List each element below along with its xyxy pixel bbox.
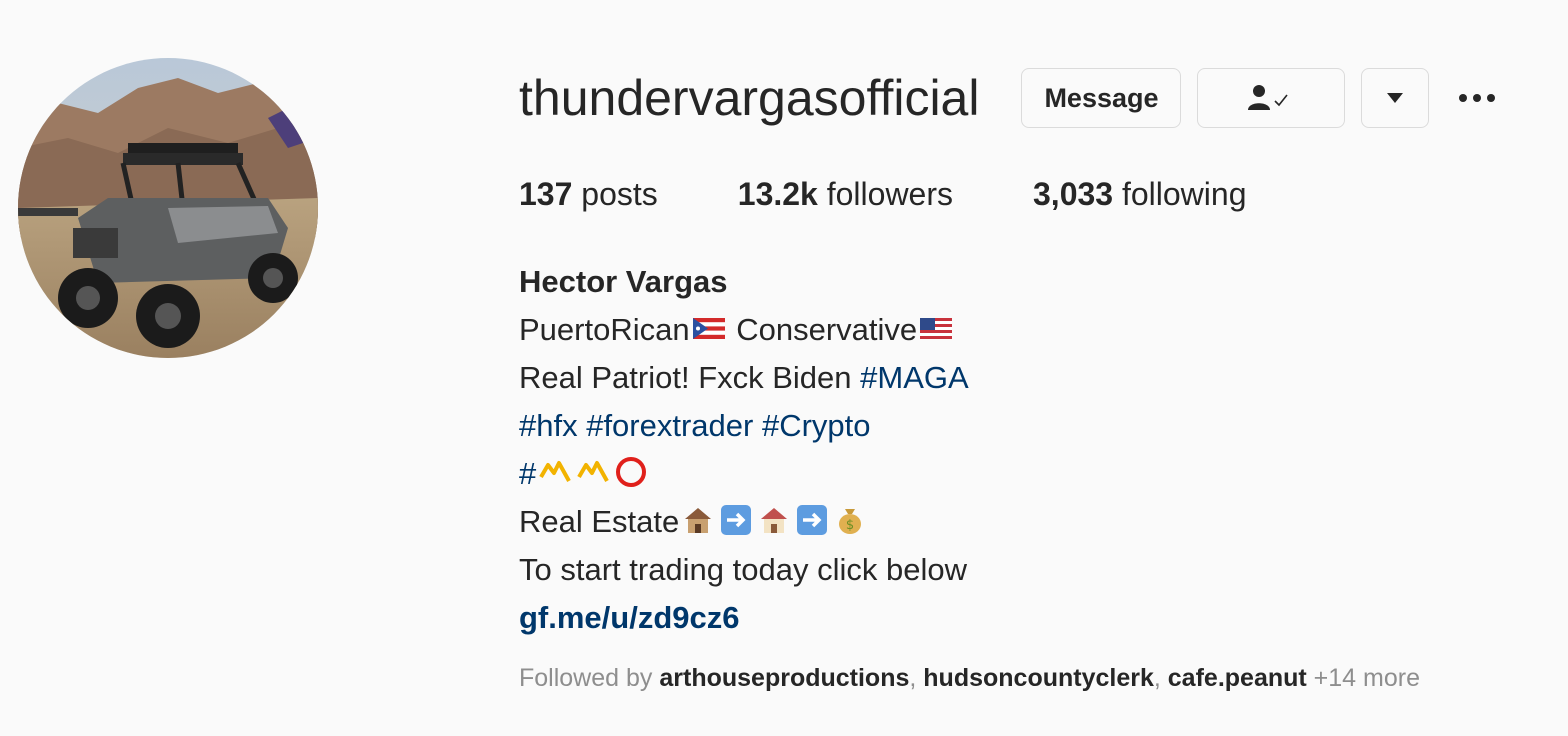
posts-stat: 137 posts bbox=[519, 176, 658, 212]
bio-line-4: # bbox=[519, 450, 969, 498]
profile-stats: 137 posts 13.2k followers 3,033 followin… bbox=[519, 176, 1326, 213]
profile-avatar[interactable] bbox=[18, 58, 318, 358]
part-alternation-mark-icon bbox=[577, 461, 609, 482]
follower-link[interactable]: cafe.peanut bbox=[1168, 664, 1307, 692]
followers-stat[interactable]: 13.2k followers bbox=[738, 176, 953, 213]
bio-link[interactable]: gf.me/u/zd9cz6 bbox=[519, 594, 969, 642]
money-bag-icon: $ bbox=[839, 509, 862, 534]
bio-line-2: Real Patriot! Fxck Biden #MAGA bbox=[519, 360, 969, 395]
follower-link[interactable]: arthouseproductions bbox=[659, 664, 909, 692]
svg-text:$: $ bbox=[846, 518, 854, 533]
more-options-button[interactable] bbox=[1459, 68, 1496, 128]
following-stat[interactable]: 3,033 following bbox=[1033, 176, 1246, 213]
bio-line-5: Real Estate $ bbox=[519, 498, 969, 546]
caret-down-icon bbox=[1387, 93, 1404, 103]
following-button[interactable] bbox=[1197, 68, 1346, 128]
full-name: Hector Vargas bbox=[519, 264, 728, 299]
followed-by[interactable]: Followed by arthouseproductions, hudsonc… bbox=[519, 664, 1420, 693]
bio-line-1: PuertoRican Conservative bbox=[519, 306, 969, 354]
profile-bio: Hector Vargas PuertoRican Conservative R… bbox=[519, 258, 969, 642]
suggestions-dropdown-button[interactable] bbox=[1361, 68, 1430, 128]
puerto-rico-flag-icon bbox=[692, 318, 725, 339]
more-dots-icon bbox=[1459, 94, 1468, 102]
follower-link[interactable]: hudsoncountyclerk bbox=[923, 664, 1154, 692]
house-icon bbox=[761, 508, 788, 533]
profile-photo-utv bbox=[18, 58, 318, 358]
right-arrow-icon bbox=[797, 505, 828, 535]
hashtag-maga[interactable]: #MAGA bbox=[860, 360, 969, 395]
right-arrow-icon bbox=[721, 505, 752, 535]
profile-header: thundervargasofficial Message bbox=[519, 68, 1559, 128]
person-check-icon bbox=[1248, 85, 1289, 110]
bio-hashtags[interactable]: #hfx #forextrader #Crypto bbox=[519, 402, 969, 450]
part-alternation-mark-icon bbox=[539, 461, 571, 482]
message-button[interactable]: Message bbox=[1021, 68, 1182, 128]
username: thundervargasofficial bbox=[519, 70, 980, 126]
us-flag-icon bbox=[920, 318, 953, 339]
red-circle-icon bbox=[616, 457, 647, 487]
derelict-house-icon bbox=[685, 508, 712, 533]
bio-line-6: To start trading today click below bbox=[519, 552, 967, 587]
